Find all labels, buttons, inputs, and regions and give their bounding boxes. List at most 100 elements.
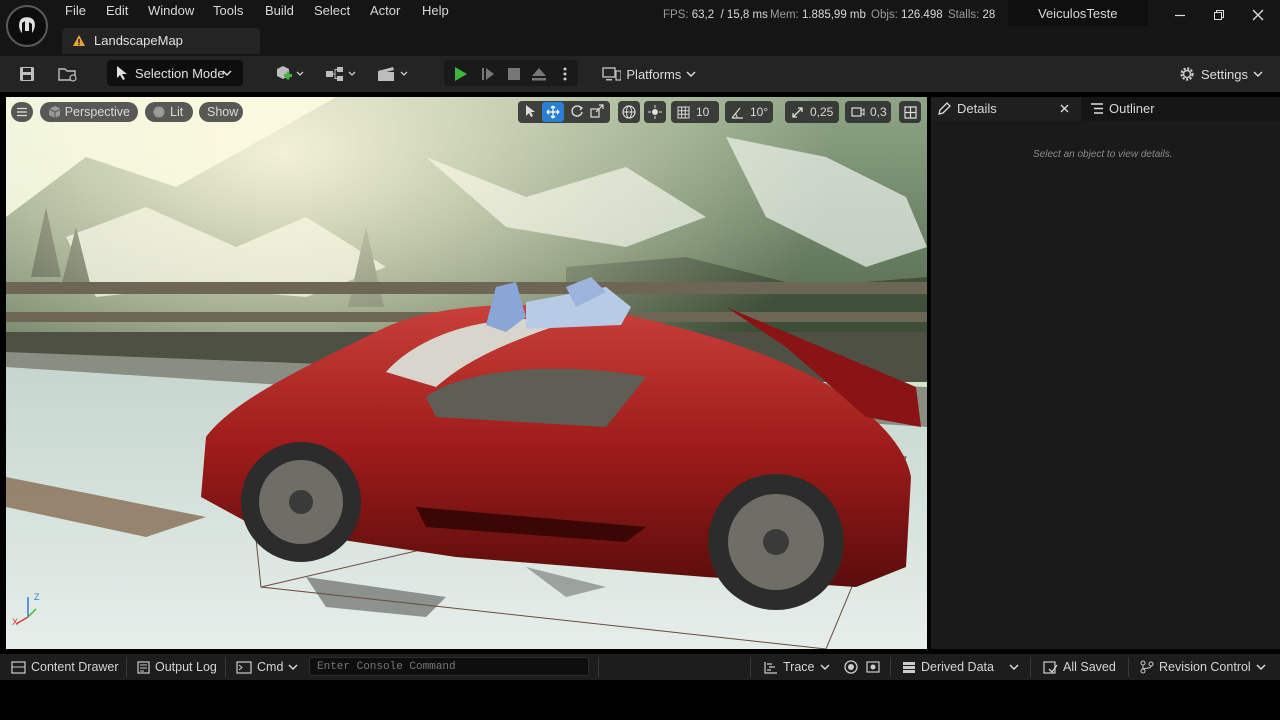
advance-frame-button[interactable] [477,60,499,88]
selection-mode-dropdown[interactable]: Selection Mode [107,60,243,86]
camera-speed-value: 0,3 [870,105,887,119]
derived-data-dropdown[interactable]: Derived Data [902,660,1019,674]
rotate-mode-button[interactable] [570,104,584,121]
menu-select[interactable]: Select [314,3,350,18]
output-log-button[interactable]: Output Log [137,660,217,674]
revision-control-dropdown[interactable]: Revision Control [1140,660,1266,674]
divider [890,657,891,677]
divider [1128,657,1129,677]
axis-x-label: X [12,617,19,627]
play-options-button[interactable] [556,60,574,88]
save-button[interactable] [14,60,40,88]
pencil-icon [938,102,951,115]
chevron-down-icon [686,71,696,77]
scale-snap-button[interactable]: 0,25 [785,101,839,123]
terminal-icon [236,660,252,674]
cursor-icon [117,66,127,80]
output-log-label: Output Log [155,660,217,674]
save-all-button[interactable]: All Saved [1043,660,1116,674]
menu-file[interactable]: File [65,3,86,18]
grid-icon [677,106,690,118]
grid-snap-button[interactable]: 10 [671,101,719,123]
viewport-layout-button[interactable] [899,101,921,123]
trace-dropdown[interactable]: Trace [764,660,830,674]
chevron-down-icon [1253,71,1263,77]
record-button[interactable] [844,660,858,674]
platforms-dropdown[interactable]: Platforms [602,60,696,88]
globe-icon [622,105,636,119]
details-panel [931,97,1280,649]
console-command-input[interactable] [309,657,589,676]
scale-icon [590,103,604,118]
tab-outliner[interactable]: Outliner [1084,97,1234,121]
close-icon [1252,9,1264,21]
show-button[interactable]: Show [199,102,243,122]
content-drawer-label: Content Drawer [31,660,119,674]
add-actor-button[interactable] [270,60,308,88]
more-vertical-icon [563,67,567,81]
settings-dropdown[interactable]: Settings [1178,60,1264,88]
objs-stat: Objs: 126.498 [871,9,943,21]
screenshot-button[interactable] [866,660,880,674]
cmd-label: Cmd [257,660,284,674]
eject-button[interactable] [528,60,550,88]
menu-window[interactable]: Window [148,3,194,18]
restore-button[interactable] [1206,2,1232,28]
record-icon [844,660,858,674]
lit-button[interactable]: Lit [145,102,193,122]
revision-control-label: Revision Control [1159,660,1251,674]
minimize-button[interactable] [1167,2,1193,28]
surface-snap-button[interactable] [644,101,666,123]
move-icon [546,105,560,119]
drawer-icon [11,660,26,674]
minimize-icon [1175,14,1185,17]
surface-snap-icon [648,105,662,119]
screenshot-icon [866,661,880,673]
close-window-button[interactable] [1245,2,1271,28]
chevron-down-icon [1256,664,1266,670]
content-drawer-button[interactable]: Content Drawer [11,660,119,674]
level-tab[interactable]: LandscapeMap [62,28,260,54]
warning-icon [73,35,85,46]
cursor-icon [526,104,535,117]
menu-build[interactable]: Build [265,3,294,18]
chevron-down-icon [1009,664,1019,670]
angle-icon [731,107,743,119]
rotation-snap-button[interactable]: 10° [725,101,773,123]
menu-actor[interactable]: Actor [370,3,400,18]
world-local-button[interactable] [618,101,640,123]
blueprints-button[interactable] [322,60,360,88]
play-button[interactable] [449,60,471,88]
scale-mode-button[interactable] [590,103,604,121]
add-actor-icon [277,66,304,80]
project-name: VeiculosTeste [1038,6,1118,21]
menu-tools[interactable]: Tools [213,3,243,18]
selection-mode-label: Selection Mode [135,66,225,81]
unreal-logo-icon[interactable] [6,5,48,47]
cmd-dropdown[interactable]: Cmd [236,660,298,674]
divider [1030,657,1031,677]
translate-mode-button[interactable] [542,102,564,122]
stop-button[interactable] [503,60,525,88]
chevron-down-icon [820,664,829,670]
camera-speed-button[interactable]: 0,3 [845,101,891,123]
select-mode-button[interactable] [524,104,536,121]
content-browser-button[interactable] [54,60,82,88]
menu-help[interactable]: Help [422,3,449,18]
lit-label: Lit [170,105,184,119]
divider [225,657,226,677]
play-icon [455,67,467,81]
close-tab-icon[interactable] [1060,104,1069,113]
level-tab-label: LandscapeMap [94,33,183,48]
settings-label: Settings [1201,66,1248,82]
perspective-button[interactable]: Perspective [40,102,138,122]
camera-icon [851,107,865,117]
saved-icon [1043,660,1058,674]
cinematics-button[interactable] [374,60,412,88]
restore-icon [1214,10,1224,20]
menu-edit[interactable]: Edit [106,3,128,18]
list-icon [1091,103,1103,114]
viewport-menu-button[interactable] [11,102,33,122]
tab-details[interactable]: Details [931,97,1081,121]
level-viewport[interactable]: Z X [6,97,927,649]
